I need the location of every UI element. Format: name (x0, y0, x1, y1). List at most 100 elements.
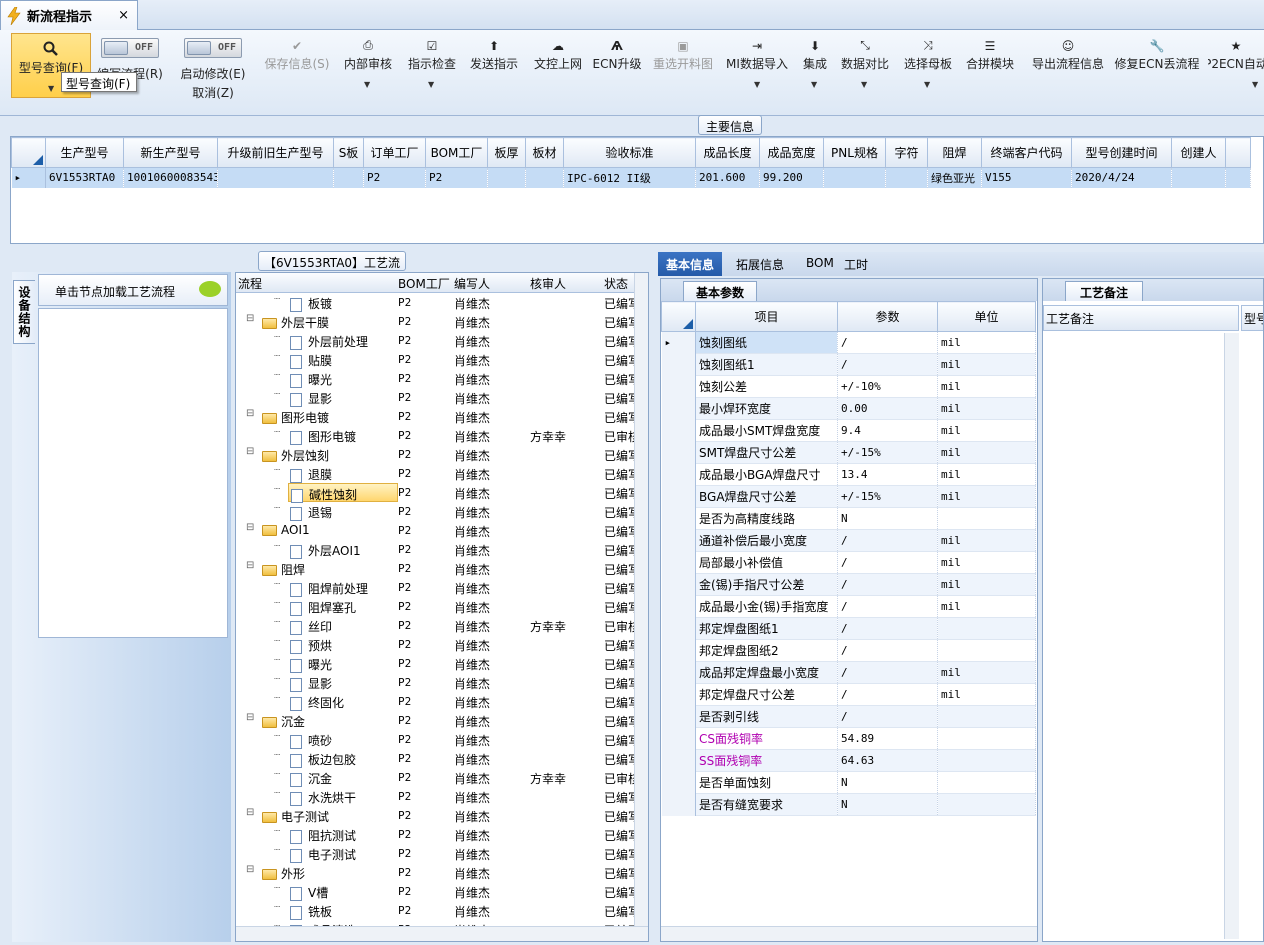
select-mother-board-button[interactable]: ⤨ 选择母板 ▼ (900, 30, 956, 110)
col-unit[interactable]: 单位 (937, 301, 1036, 332)
table-row[interactable]: 是否有缝宽要求 N (661, 793, 1036, 816)
cell[interactable]: 6V1553RTA0 (45, 167, 124, 188)
tree-row[interactable]: ⊟ 外层干膜 P2 肖维杰 已编写 (236, 312, 640, 331)
tree-node[interactable]: 退锡 (288, 504, 334, 521)
param-unit[interactable] (937, 749, 1036, 772)
col-header[interactable]: 新生产型号 (123, 137, 218, 168)
repair-ecn-button[interactable]: 🔧 修复ECN丢流程 (1114, 30, 1200, 110)
table-row[interactable]: BGA焊盘尺寸公差 +/-15% mil (661, 485, 1036, 508)
instruction-check-button[interactable]: ☑ 指示检查 ▼ (404, 30, 460, 110)
table-row[interactable]: CS面残铜率 54.89 (661, 727, 1036, 750)
cell[interactable] (217, 167, 334, 188)
collapse-icon[interactable]: ⊟ (246, 446, 254, 457)
tree-row[interactable]: ┈ 沉金 P2 肖维杰 方幸幸 已审核 (236, 768, 640, 787)
tree-row[interactable]: ⊟ 外形 P2 肖维杰 已编写 (236, 863, 640, 882)
chevron-down-icon[interactable]: ▼ (811, 80, 817, 89)
tree-row[interactable]: ┈ 铣板 P2 肖维杰 已编写 (236, 901, 640, 920)
param-item[interactable]: 蚀刻图纸 (695, 331, 838, 354)
tree-node[interactable]: 显影 (288, 390, 334, 407)
param-value[interactable]: 13.4 (837, 463, 938, 486)
col-header[interactable]: 升级前旧生产型号 (217, 137, 334, 168)
write-process-toggle[interactable]: OFF 编写流程(R) (95, 30, 165, 110)
param-value[interactable]: / (837, 683, 938, 706)
param-unit[interactable]: mil (937, 331, 1036, 354)
tree-row[interactable]: ┈ 显影 P2 肖维杰 已编写 (236, 673, 640, 692)
send-instruction-button[interactable]: ⬆ 发送指示 (466, 30, 522, 110)
tree-row[interactable]: ┈ V槽 P2 肖维杰 已编写 (236, 882, 640, 901)
param-item[interactable]: 成品最小BGA焊盘尺寸 (695, 463, 838, 486)
tree-row[interactable]: ┈ 板边包胶 P2 肖维杰 已编写 (236, 749, 640, 768)
tree-node[interactable]: 图形电镀 (260, 409, 331, 426)
param-item[interactable]: 邦定焊盘尺寸公差 (695, 683, 838, 706)
tree-row[interactable]: ┈ 终固化 P2 肖维杰 已编写 (236, 692, 640, 711)
tree-node[interactable]: 贴膜 (288, 352, 334, 369)
param-unit[interactable]: mil (937, 551, 1036, 574)
mi-import-button[interactable]: ⇥ MI数据导入 ▼ (724, 30, 790, 110)
tree-node[interactable]: 终固化 (288, 694, 346, 711)
col-header[interactable]: 成品宽度 (759, 137, 824, 168)
tree-node[interactable]: 曝光 (288, 371, 334, 388)
cell[interactable]: P2 (363, 167, 426, 188)
param-unit[interactable]: mil (937, 353, 1036, 376)
tree-row[interactable]: ┈ 曝光 P2 肖维杰 已编写 (236, 369, 640, 388)
param-value[interactable]: N (837, 793, 938, 816)
tree-node[interactable]: 丝印 (288, 618, 334, 635)
param-unit[interactable]: mil (937, 595, 1036, 618)
param-value[interactable]: / (837, 573, 938, 596)
reselect-cutting-button[interactable]: ▣ 重选开料图 (650, 30, 716, 110)
tree-node[interactable]: 沉金 (260, 713, 307, 730)
tree-node[interactable]: 水洗烘干 (288, 789, 358, 806)
col-reviewer[interactable]: 核审人 (530, 275, 566, 292)
col-header[interactable]: 创建人 (1171, 137, 1226, 168)
col-header[interactable]: 型号创建时间 (1071, 137, 1172, 168)
param-unit[interactable] (937, 793, 1036, 816)
param-item[interactable]: CS面残铜率 (695, 727, 838, 750)
tree-row[interactable]: ┈ 阻焊塞孔 P2 肖维杰 已编写 (236, 597, 640, 616)
remark-vscroll[interactable] (1224, 333, 1239, 939)
toggle-switch[interactable]: OFF (184, 38, 242, 58)
param-unit[interactable]: mil (937, 419, 1036, 442)
tree-node[interactable]: 阻焊塞孔 (288, 599, 358, 616)
param-item[interactable]: 成品邦定焊盘最小宽度 (695, 661, 838, 684)
param-item[interactable]: BGA焊盘尺寸公差 (695, 485, 838, 508)
table-row[interactable]: 邦定焊盘图纸1/ (661, 617, 1036, 640)
param-value[interactable]: / (837, 551, 938, 574)
table-row[interactable]: 局部最小补偿值 / mil (661, 551, 1036, 574)
param-unit[interactable] (937, 507, 1036, 530)
col-header[interactable]: PNL规格 (823, 137, 886, 168)
col-header[interactable]: 验收标准 (563, 137, 696, 168)
toggle-switch[interactable]: OFF (101, 38, 159, 58)
param-value[interactable]: 64.63 (837, 749, 938, 772)
table-row[interactable]: 通道补偿后最小宽度 / mil (661, 529, 1036, 552)
param-value[interactable]: +/-15% (837, 441, 938, 464)
tree-node[interactable]: 预烘 (288, 637, 334, 654)
save-info-button[interactable]: ✔ 保存信息(S) (258, 30, 336, 110)
param-item[interactable]: 成品最小SMT焊盘宽度 (695, 419, 838, 442)
tree-node[interactable]: 外形 (260, 865, 307, 882)
param-value[interactable]: +/-10% (837, 375, 938, 398)
tree-row[interactable]: ⊟ 沉金 P2 肖维杰 已编写 (236, 711, 640, 730)
col-model[interactable]: 型号 (1241, 305, 1263, 331)
internal-review-button[interactable]: ⎙ 内部审核 ▼ (340, 30, 396, 110)
collapse-icon[interactable]: ⊟ (246, 864, 254, 875)
tree-row[interactable]: ┈ 显影 P2 肖维杰 已编写 (236, 388, 640, 407)
chevron-down-icon[interactable]: ▼ (428, 80, 434, 89)
table-row[interactable]: 是否剥引线 / (661, 705, 1036, 728)
cell[interactable] (885, 167, 928, 188)
tree-row[interactable]: ⊟ 阻焊 P2 肖维杰 已编写 (236, 559, 640, 578)
tree-node[interactable]: 阻抗测试 (288, 827, 358, 844)
cell[interactable] (525, 167, 564, 188)
col-header[interactable]: S板 (333, 137, 364, 168)
collapse-icon[interactable]: ⊟ (246, 522, 254, 533)
tree-node[interactable]: 板边包胶 (288, 751, 358, 768)
tree-row[interactable]: ┈ 电子测试 P2 肖维杰 已编写 (236, 844, 640, 863)
col-process[interactable]: 流程 (238, 275, 262, 292)
col-header[interactable]: 成品长度 (695, 137, 760, 168)
basic-params-title[interactable]: 基本参数 (683, 281, 757, 301)
param-unit[interactable]: mil (937, 529, 1036, 552)
tree-node[interactable]: 阻焊 (260, 561, 307, 578)
col-item[interactable]: 项目 (695, 301, 838, 332)
tree-hscroll[interactable] (236, 926, 648, 941)
doc-control-upload-button[interactable]: ☁ 文控上网 (530, 30, 586, 110)
tab-basic-info[interactable]: 基本信息 (658, 252, 723, 276)
